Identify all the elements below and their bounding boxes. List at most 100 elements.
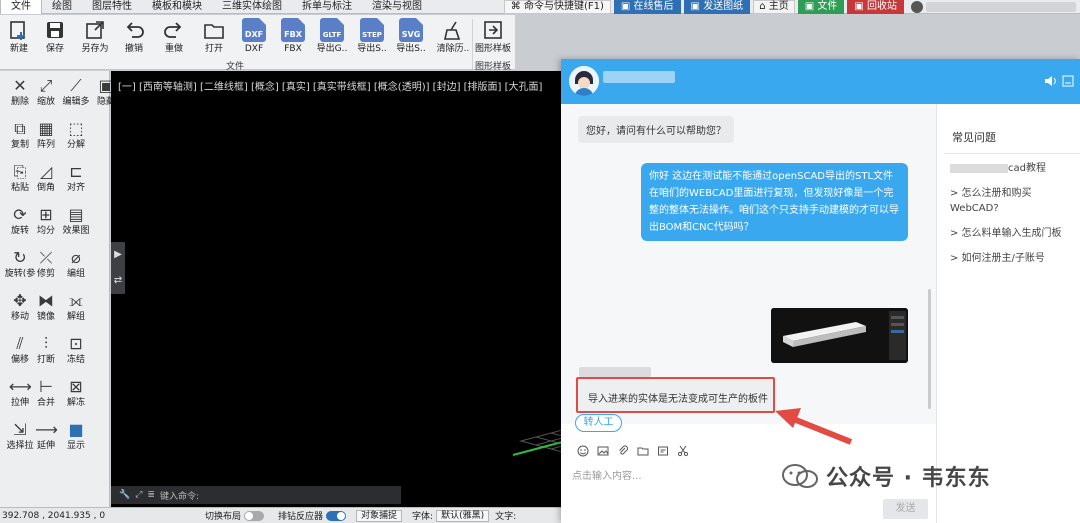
scissors-icon[interactable] (677, 445, 689, 457)
export-step-button[interactable]: STEP 导出S.. (353, 17, 391, 55)
trim-icon: ⤫ (39, 248, 53, 267)
drawing-canvas[interactable] (111, 71, 561, 511)
clear-history-button[interactable]: 清除历.. (434, 17, 472, 55)
minimize-icon[interactable] (1061, 74, 1075, 88)
command-shortcut-button[interactable]: ⌘ 命令与快捷键(F1) (503, 0, 611, 14)
faq-item-material-door[interactable]: > 怎么料单输入生成门板 (944, 226, 1080, 241)
open-label: 打开 (204, 44, 223, 54)
chat-header (561, 59, 1080, 104)
menu-tab-split-annotate[interactable]: 拆单与标注 (292, 0, 362, 14)
tool-unfreeze-button[interactable]: ⊠ 解冻 (58, 376, 94, 409)
folder-icon[interactable] (637, 445, 649, 457)
faq-item-cad-tutorial[interactable]: cad教程 (944, 161, 1080, 176)
home-label: 主页 (768, 0, 789, 12)
command-line[interactable]: 🔧 ⤢ ≣ 键入命令: (111, 486, 401, 504)
step-file-icon: STEP (360, 18, 384, 42)
explode-icon: ⬚ (68, 119, 84, 138)
menu-tab-template[interactable]: 模板和模块 (142, 0, 212, 14)
fbx-button[interactable]: FBX FBX (274, 17, 312, 55)
file-button[interactable]: ▣ 文件 (797, 0, 845, 14)
menu-tab-draw[interactable]: 绘图 (42, 0, 82, 14)
chat-scrollbar[interactable] (928, 289, 931, 409)
new-button[interactable]: 新建 (0, 17, 38, 55)
switch-arrow-icon[interactable]: ⇄ (111, 268, 125, 294)
user-avatar-icon[interactable] (911, 0, 923, 13)
send-button[interactable]: 发送 (883, 499, 928, 519)
broom-icon (440, 17, 466, 43)
drill-reactor-toggle[interactable] (326, 510, 347, 521)
dxf-button[interactable]: DXF DXF (235, 17, 273, 55)
expand-icon[interactable]: ⤢ (135, 490, 142, 500)
open-button[interactable]: 打开 (195, 17, 233, 55)
redo-button[interactable]: 重做 (155, 17, 193, 55)
unfreeze-icon: ⊠ (69, 377, 83, 396)
drawing-template-button[interactable]: 图形样板 (474, 17, 512, 55)
send-drawing-button[interactable]: ▣ 发送图纸 (683, 0, 751, 14)
tool-explode-button[interactable]: ⬚ 分解 (58, 118, 94, 151)
faq-item-sub-account[interactable]: > 如何注册主/子账号 (944, 251, 1080, 266)
undo-button[interactable]: 撤销 (115, 17, 153, 55)
font-select[interactable]: 默认(雅黑) (436, 509, 490, 522)
cursor-coordinates: 392.708 , 2041.935 , 0 (2, 510, 106, 521)
svg-file-icon: SVG (399, 18, 423, 42)
align-label: 对齐 (66, 183, 85, 193)
command-shortcut-label: 命令与快捷键(F1) (523, 0, 604, 12)
transfer-to-human-button[interactable]: 转人工 (575, 414, 622, 432)
support-chat-window: 您好，请问有什么可以帮助您？ 你好 这边在测试能不能通过openSCAD导出的S… (561, 59, 1080, 523)
chat-input-field[interactable]: 点击输入内容... (572, 467, 642, 482)
evaluate-icon[interactable] (657, 445, 669, 457)
image-icon[interactable] (597, 445, 609, 457)
tool-render-button[interactable]: ▤ 效果图 (58, 204, 94, 237)
panel-toggle-handle[interactable]: ▶ ⇄ (111, 242, 125, 294)
recycle-label: 回收站 (867, 0, 897, 12)
user-image-message[interactable] (771, 308, 908, 363)
file-label: 文件 (817, 0, 838, 12)
menu-tab-render-view[interactable]: 渲染与视图 (362, 0, 432, 14)
recycle-button[interactable]: ▣ 回收站 (847, 0, 904, 14)
extend-icon: ⟶ (35, 420, 58, 439)
tool-group-button[interactable]: ⌀ 编组 (58, 247, 94, 280)
export-svg-label: 导出S.. (396, 44, 426, 54)
collapse-arrow-icon[interactable]: ▶ (111, 242, 125, 268)
redo-label: 重做 (164, 44, 183, 54)
save-as-button[interactable]: 另存为 (76, 17, 114, 55)
redo-icon (161, 17, 187, 43)
emoji-icon[interactable] (577, 445, 589, 457)
tool-show-button[interactable]: ■ 显示 (58, 419, 94, 452)
freeze-label: 冻结 (66, 355, 85, 365)
ucs-axis-icon (512, 429, 561, 456)
gltf-file-icon: GLTF (320, 18, 344, 42)
online-sale-button[interactable]: ▣ 在线售后 (613, 0, 681, 14)
save-as-icon (82, 17, 108, 43)
home-button[interactable]: ⌂ 主页 (753, 0, 795, 14)
menu-tab-layer[interactable]: 图层特性 (82, 0, 142, 14)
ribbon-separator (472, 19, 473, 69)
attachment-icon[interactable] (617, 445, 629, 457)
command-prompt: 键入命令: (159, 491, 200, 502)
menu-tab-3d-solid[interactable]: 三维实体绘图 (212, 0, 292, 14)
export-step-label: 导出S.. (357, 44, 387, 54)
fbx-label: FBX (284, 44, 302, 54)
faq-item-register-buy[interactable]: > 怎么注册和购买WebCAD? (944, 186, 1080, 216)
faq-title: 常见问题 (944, 121, 1080, 154)
divide-icon: ⊞ (39, 205, 53, 224)
user-message-bubble: 你好 这边在测试能不能通过openSCAD导出的STL文件在咱们的WEBCAD里… (641, 163, 908, 241)
agent-name-blurred (603, 71, 675, 83)
undo-label: 撤销 (124, 44, 143, 54)
export-gltf-button[interactable]: GLTF 导出G.. (313, 17, 351, 55)
object-snap-button[interactable]: 对象捕捉 (356, 509, 403, 522)
chat-message-area[interactable]: 您好，请问有什么可以帮助您？ 你好 这边在测试能不能通过openSCAD导出的S… (561, 104, 936, 445)
export-svg-button[interactable]: SVG 导出S.. (392, 17, 430, 55)
menu-tab-file[interactable]: 文件 (0, 0, 42, 14)
switch-layout-toggle[interactable] (244, 510, 265, 521)
wrench-icon[interactable]: 🔧 (119, 490, 130, 500)
text-label: 文字: (495, 512, 517, 522)
switch-layout-label: 切换布局 (205, 512, 242, 522)
speaker-icon[interactable] (1043, 74, 1057, 88)
tool-ungroup-button[interactable]: ⟗ 解组 (58, 290, 94, 323)
tool-align-button[interactable]: ⊏ 对齐 (58, 161, 94, 194)
view-mode-labels[interactable]: [一] [西南等轴测] [二维线框] [概念] [真实] [真实带线框] [概念… (118, 78, 542, 93)
tool-freeze-button[interactable]: ⊡ 冻结 (58, 333, 94, 366)
save-button[interactable]: 保存 (36, 17, 74, 55)
menu-bar: 文件 绘图 图层特性 模板和模块 三维实体绘图 拆单与标注 渲染与视图 ⌘ 命令… (0, 0, 1080, 14)
